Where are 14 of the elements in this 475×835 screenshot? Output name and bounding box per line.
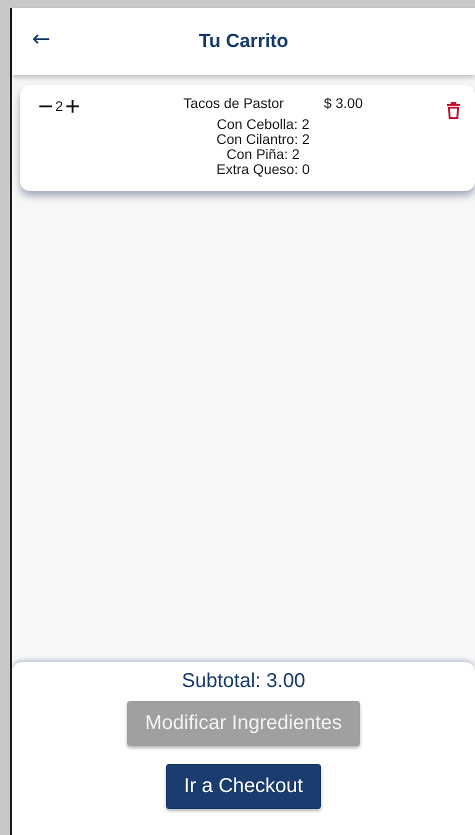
page-title: Tu Carrito [198, 30, 288, 52]
decrease-button[interactable]: − [38, 95, 54, 117]
option-text: Con Piña: 2 [226, 147, 300, 162]
option-text: Con Cilantro: 2 [216, 132, 310, 147]
back-button[interactable]: ← [32, 28, 50, 54]
option-text: Con Cebolla: 2 [216, 117, 310, 132]
item-price: $ 3.00 [324, 95, 363, 111]
checkout-button[interactable]: Ir a Checkout [166, 764, 321, 809]
quantity-text: 2 [55, 98, 63, 114]
item-name: Tacos de Pastor [183, 95, 284, 111]
increase-button[interactable]: + [64, 95, 80, 117]
subtotal-text: Subtotal: 3.00 [182, 670, 306, 693]
option-text: Extra Queso: 0 [216, 162, 310, 177]
trash-icon[interactable] [446, 101, 461, 120]
